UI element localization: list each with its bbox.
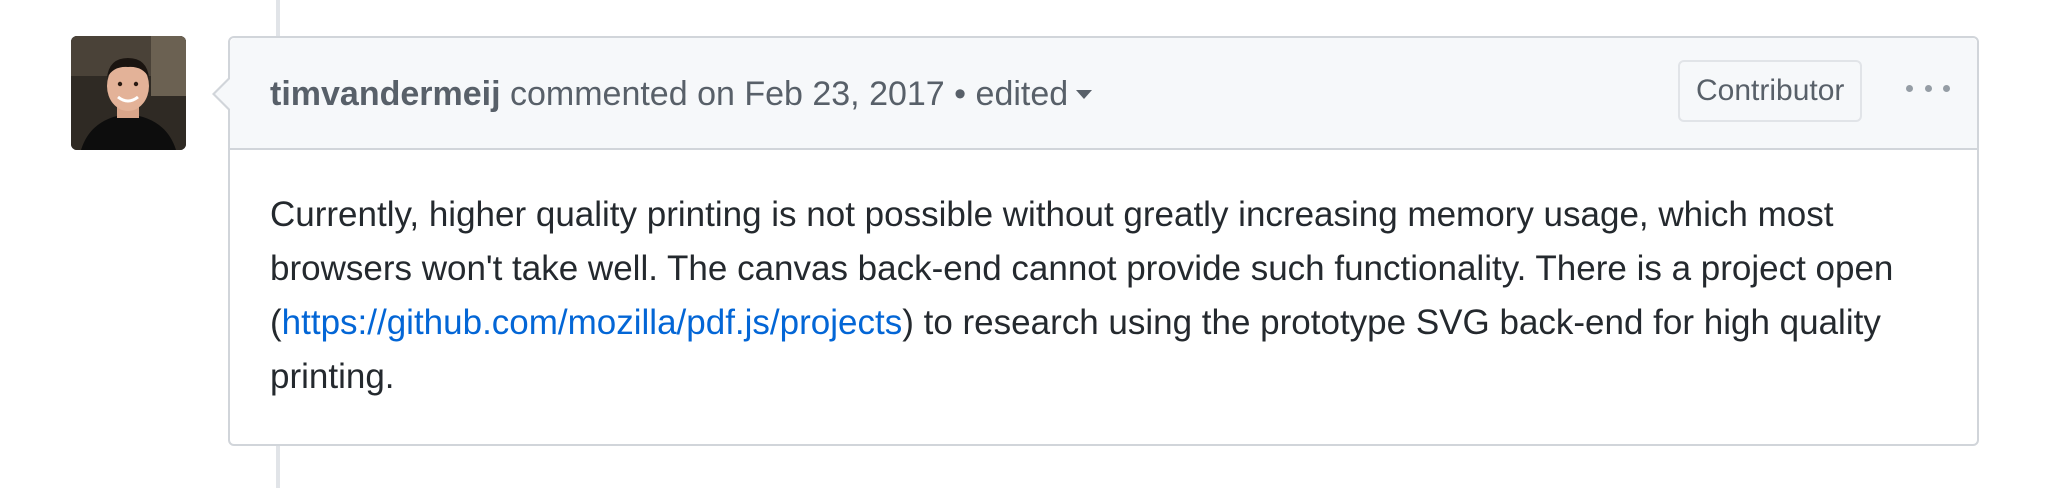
comment-body: Currently, higher quality printing is no… <box>270 188 1960 404</box>
edited-label: edited <box>975 75 1069 113</box>
contributor-badge: Contributor <box>1678 60 1863 122</box>
kebab-dot <box>1924 84 1932 92</box>
edited-dropdown[interactable]: edited <box>976 75 1093 113</box>
kebab-horizontal-icon <box>1906 84 1913 92</box>
avatar[interactable] <box>71 36 186 150</box>
separator: • <box>954 75 967 113</box>
avatar-image <box>71 36 186 150</box>
triangle-down-icon <box>1076 89 1093 99</box>
comment-meta: timvandermeij commented on Feb 23, 2017 … <box>270 72 1093 116</box>
kebab-dot <box>1943 84 1950 92</box>
timeline: timvandermeij commented on Feb 23, 2017 … <box>0 0 2048 488</box>
comment-timestamp[interactable]: commented on Feb 23, 2017 <box>510 75 945 113</box>
author-link[interactable]: timvandermeij <box>270 75 501 113</box>
comment-box: timvandermeij commented on Feb 23, 2017 … <box>212 36 1979 446</box>
projects-link[interactable]: https://github.com/mozilla/pdf.js/projec… <box>282 303 903 342</box>
comment-header: timvandermeij commented on Feb 23, 2017 … <box>230 38 1977 150</box>
comment-actions-button[interactable] <box>1906 66 1950 110</box>
comment-pointer-fill <box>215 78 231 110</box>
